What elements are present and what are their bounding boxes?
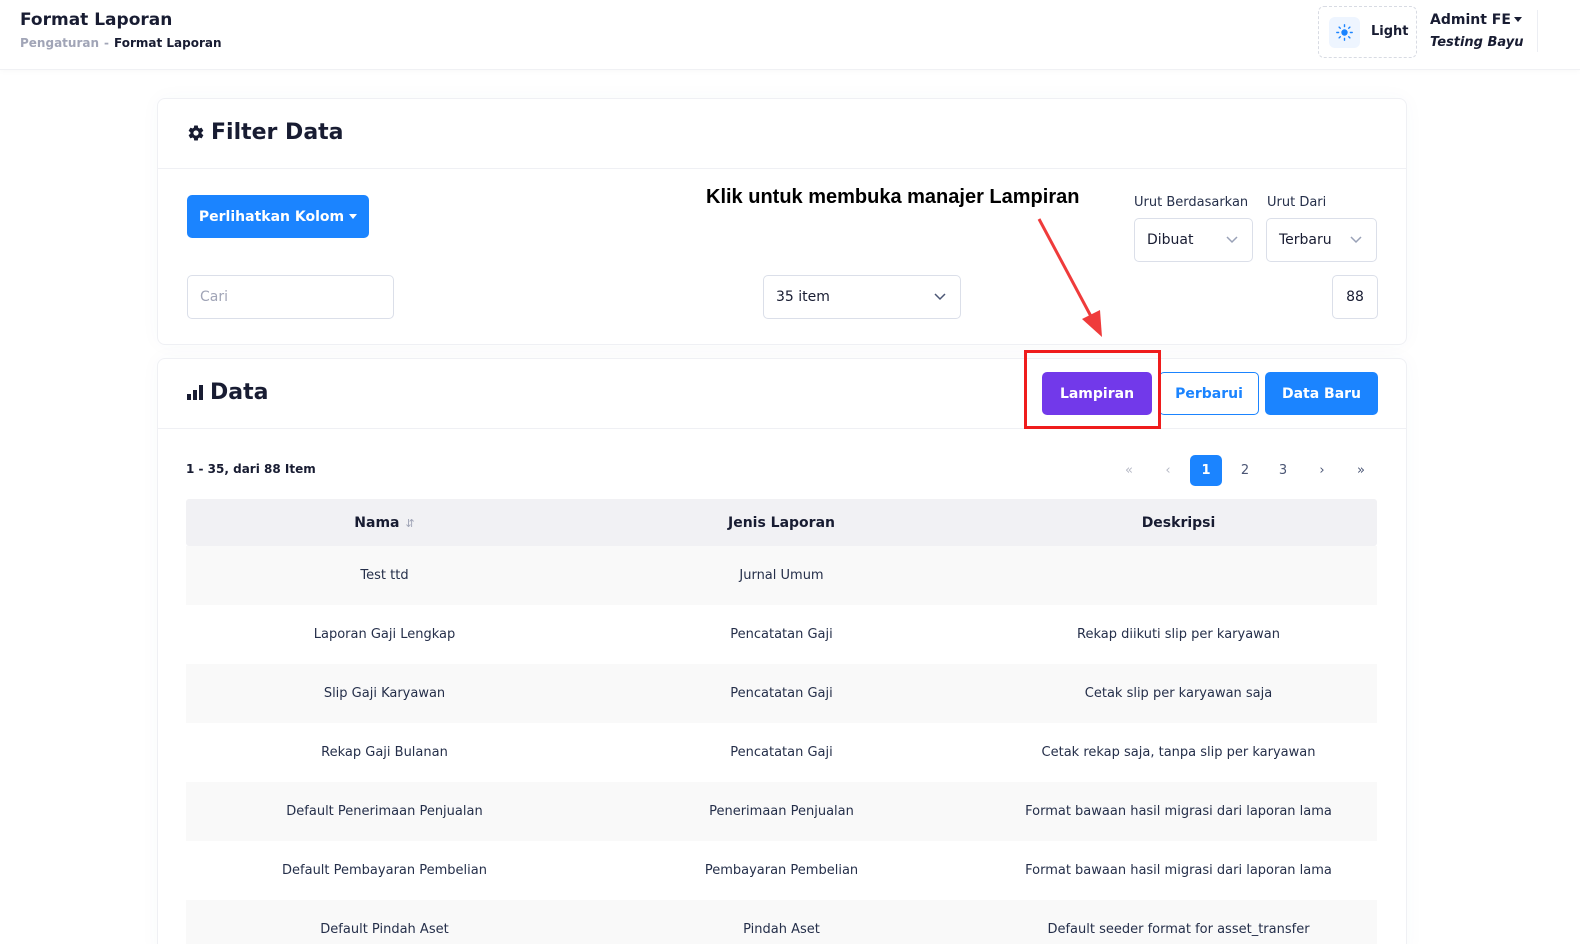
table-row[interactable]: Default Pindah Aset Pindah Aset Default se… [186, 900, 1377, 944]
chevron-down-icon [1226, 236, 1238, 244]
page-button-2[interactable]: 2 [1229, 455, 1261, 486]
breadcrumb: Pengaturan - Format Laporan [20, 36, 222, 50]
search-input[interactable]: Cari [187, 275, 394, 319]
sort-order-label: Urut Dari [1267, 195, 1327, 210]
search-placeholder: Cari [200, 289, 228, 305]
page-button-1[interactable]: 1 [1190, 455, 1222, 486]
table-row[interactable]: Laporan Gaji Lengkap Pencatatan Gaji Rekap… [186, 605, 1377, 664]
cell-jenis-laporan: Pembayaran Pembelian [704, 863, 859, 878]
caret-down-icon [349, 214, 358, 219]
cell-nama: Slip Gaji Karyawan [323, 686, 446, 701]
theme-toggle[interactable]: Light [1318, 6, 1417, 58]
table-row[interactable]: Rekap Gaji Bulanan Pencatatan Gaji Cetak r… [186, 723, 1377, 782]
breadcrumb-item-current: Format Laporan [114, 36, 222, 50]
user-name: Admint FE [1430, 12, 1511, 28]
cell-jenis-laporan: Pindah Aset [743, 922, 820, 937]
cell-nama: Default Pindah Aset [320, 922, 449, 937]
data-card-title: Data [187, 380, 268, 405]
table-row[interactable]: Slip Gaji Karyawan Pencatatan Gaji Cetak s… [186, 664, 1377, 723]
divider [158, 168, 1406, 169]
filter-card: Filter Data Perlihatkan Kolom Urut Berda… [157, 98, 1407, 345]
sort-by-label: Urut Berdasarkan [1134, 195, 1249, 210]
page-button-3[interactable]: 3 [1267, 455, 1299, 486]
breadcrumb-item-pengaturan[interactable]: Pengaturan [20, 36, 99, 50]
table-row[interactable]: Default Penerimaan Penjualan Penerimaan P… [186, 782, 1377, 841]
cell-nama: Test ttd [360, 568, 409, 583]
data-title-text: Data [210, 380, 269, 405]
new-data-button[interactable]: Data Baru [1265, 372, 1378, 415]
report-format-table: Nama ⇵ Jenis Laporan Deskripsi Test ttd Ju… [186, 499, 1377, 944]
per-page-select[interactable]: 35 item [763, 275, 961, 319]
range-info: 1 - 35, dari 88 Item [186, 462, 316, 476]
table-row[interactable]: Test ttd Jurnal Umum [186, 546, 1377, 605]
caret-down-icon [1513, 17, 1522, 22]
column-header-label: Nama [354, 514, 400, 531]
per-page-value: 35 item [776, 289, 830, 305]
pagination: « ‹ 1 2 3 › » [1113, 455, 1377, 486]
filter-title-text: Filter Data [211, 120, 344, 145]
cell-nama: Default Pembayaran Pembelian [282, 863, 487, 878]
cell-jenis-laporan: Pencatatan Gaji [730, 745, 833, 760]
table-header: Nama ⇵ Jenis Laporan Deskripsi [186, 499, 1377, 546]
refresh-label: Perbarui [1175, 385, 1243, 402]
show-columns-label: Perlihatkan Kolom [198, 208, 345, 225]
cell-jenis-laporan: Jurnal Umum [739, 568, 824, 583]
annotation-highlight-box [1024, 350, 1161, 429]
sort-order-value: Terbaru [1279, 232, 1332, 248]
cell-jenis-laporan: Penerimaan Penjualan [709, 804, 854, 819]
top-bar: Format Laporan Pengaturan - Format Laporan… [0, 0, 1580, 70]
sort-by-value: Dibuat [1147, 232, 1194, 248]
chevron-down-icon [934, 293, 946, 301]
page-title: Format Laporan [20, 10, 173, 30]
table-row[interactable]: Default Pembayaran Pembelian Pembayaran P… [186, 841, 1377, 900]
sun-icon [1329, 17, 1360, 48]
cell-nama: Default Penerimaan Penjualan [286, 804, 483, 819]
cell-deskripsi: Cetak slip per karyawan saja [1084, 686, 1273, 701]
refresh-button[interactable]: Perbarui [1159, 372, 1259, 415]
column-header-jenis-laporan: Jenis Laporan [727, 514, 835, 531]
gear-icon [188, 125, 204, 141]
user-company: Testing Bayu [1430, 35, 1524, 50]
column-header-deskripsi: Deskripsi [1141, 514, 1216, 531]
table-body: Test ttd Jurnal Umum Laporan Gaji Lengkap P… [186, 546, 1377, 944]
cell-deskripsi: Cetak rekap saja, tanpa slip per karyawa… [1041, 745, 1316, 760]
show-columns-button[interactable]: Perlihatkan Kolom [187, 195, 369, 238]
chevron-down-icon [1350, 236, 1362, 244]
annotation-text: Klik untuk membuka manajer Lampiran [706, 186, 1080, 208]
cell-jenis-laporan: Pencatatan Gaji [730, 686, 833, 701]
page-first-button[interactable]: « [1113, 455, 1145, 486]
cell-nama: Rekap Gaji Bulanan [321, 745, 448, 760]
sort-by-select[interactable]: Dibuat [1134, 218, 1253, 262]
divider [158, 428, 1406, 429]
cell-deskripsi: Rekap diikuti slip per karyawan [1077, 627, 1280, 642]
sort-icon: ⇵ [405, 516, 415, 530]
new-data-label: Data Baru [1281, 385, 1362, 402]
theme-label: Light [1371, 24, 1409, 39]
total-count: 88 [1332, 275, 1378, 319]
cell-jenis-laporan: Pencatatan Gaji [730, 627, 833, 642]
sort-order-select[interactable]: Terbaru [1266, 218, 1377, 262]
page-prev-button[interactable]: ‹ [1152, 455, 1184, 486]
cell-deskripsi: Format bawaan hasil migrasi dari laporan… [1025, 804, 1332, 819]
user-menu-toggle[interactable]: Admint FE [1430, 12, 1522, 28]
column-header-nama[interactable]: Nama ⇵ [186, 515, 583, 531]
filter-card-title: Filter Data [187, 120, 344, 145]
cell-deskripsi: Format bawaan hasil migrasi dari laporan… [1025, 863, 1332, 878]
page-next-button[interactable]: › [1306, 455, 1338, 486]
divider [1537, 10, 1538, 52]
page-last-button[interactable]: » [1345, 455, 1377, 486]
bar-chart-icon [187, 385, 203, 400]
total-count-value: 88 [1346, 289, 1364, 305]
breadcrumb-separator: - [104, 36, 109, 50]
cell-nama: Laporan Gaji Lengkap [313, 627, 456, 642]
cell-deskripsi: Default seeder format for asset_transfer [1047, 922, 1310, 937]
